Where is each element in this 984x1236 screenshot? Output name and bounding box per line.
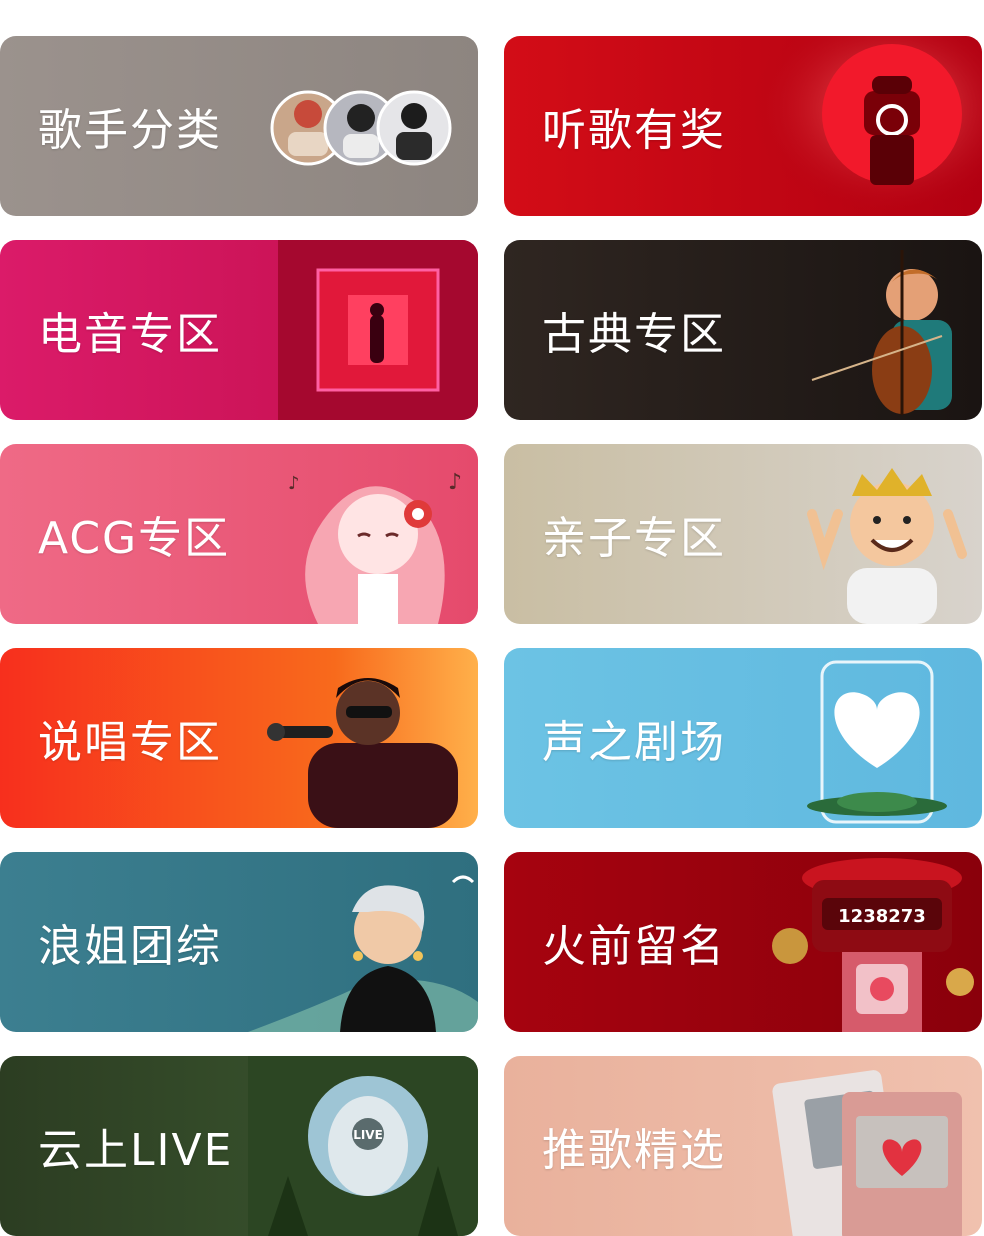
category-label: 推歌精选 (542, 1125, 726, 1176)
category-card-song-picks[interactable]: 推歌精选 (504, 1056, 982, 1236)
svg-text:♪: ♪ (288, 473, 300, 494)
category-label: ACG专区 (38, 513, 231, 564)
category-label: 浪姐团综 (38, 921, 222, 972)
heart-cloud-icon (807, 660, 947, 824)
category-label: 云上LIVE (38, 1125, 234, 1176)
category-card-classical[interactable]: 古典专区 (504, 240, 982, 420)
category-card-electronic[interactable]: 电音专区 (0, 240, 478, 420)
category-label: 歌手分类 (38, 105, 222, 156)
category-card-drama[interactable]: 声之剧场 (504, 648, 982, 828)
forest-live-icon: LIVE (248, 1056, 478, 1236)
category-label: 说唱专区 (38, 717, 222, 768)
cello-player-icon (811, 250, 952, 415)
category-card-rap[interactable]: 说唱专区 (0, 648, 478, 828)
trophy-counter-icon: 1238273 (772, 858, 974, 1032)
category-grid: 歌手分类 听歌有奖 电音专区 古典专区 ACG专区 ♪ ♪ 亲子专区 说唱专区 … (0, 0, 984, 1236)
category-card-cloud-live[interactable]: 云上LIVE LIVE (0, 1056, 478, 1236)
child-crown-icon (807, 468, 967, 624)
prize-robot-icon (752, 36, 982, 216)
anime-girl-icon: ♪ ♪ (288, 470, 462, 624)
neon-corridor-icon (278, 240, 478, 420)
category-label: 亲子专区 (542, 513, 726, 564)
svg-text:♪: ♪ (448, 470, 462, 495)
category-label: 电音专区 (38, 309, 222, 360)
singer-portrait-icon (248, 875, 478, 1032)
counter-text: 1238273 (838, 906, 926, 927)
category-card-singer[interactable]: 歌手分类 (0, 36, 478, 216)
category-card-hot-fame[interactable]: 火前留名 1238273 (504, 852, 982, 1032)
phone-cards-icon (772, 1070, 962, 1236)
rapper-microphone-icon (267, 678, 458, 828)
category-card-kids[interactable]: 亲子专区 (504, 444, 982, 624)
category-label: 火前留名 (542, 921, 726, 972)
category-card-listen-reward[interactable]: 听歌有奖 (504, 36, 982, 216)
category-card-acg[interactable]: ACG专区 ♪ ♪ (0, 444, 478, 624)
category-label: 声之剧场 (542, 717, 726, 768)
category-label: 听歌有奖 (542, 105, 726, 156)
singer-avatars-icon (270, 90, 452, 166)
live-badge: LIVE (353, 1128, 383, 1142)
category-label: 古典专区 (542, 309, 726, 360)
category-card-sisters-show[interactable]: 浪姐团综 (0, 852, 478, 1032)
